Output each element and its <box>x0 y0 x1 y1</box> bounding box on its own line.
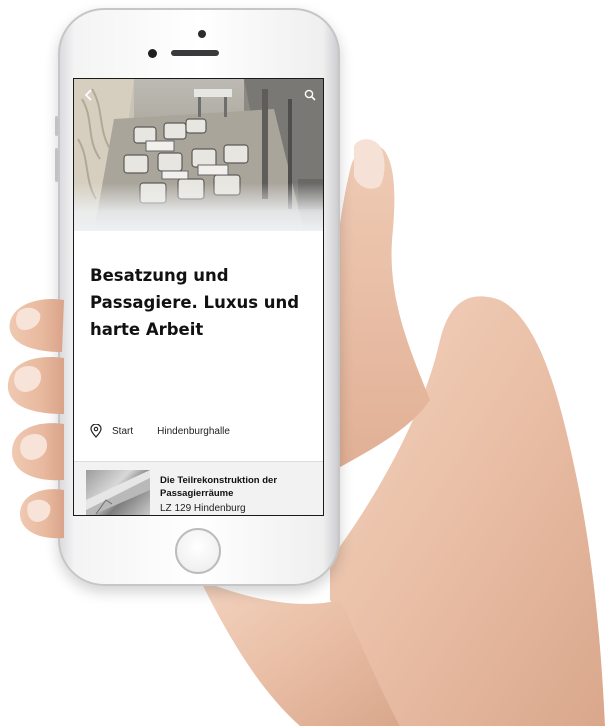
hand-fingers-illustration <box>7 298 65 539</box>
product-scene: Besatzung und Passagiere. Luxus und hart… <box>0 0 605 726</box>
